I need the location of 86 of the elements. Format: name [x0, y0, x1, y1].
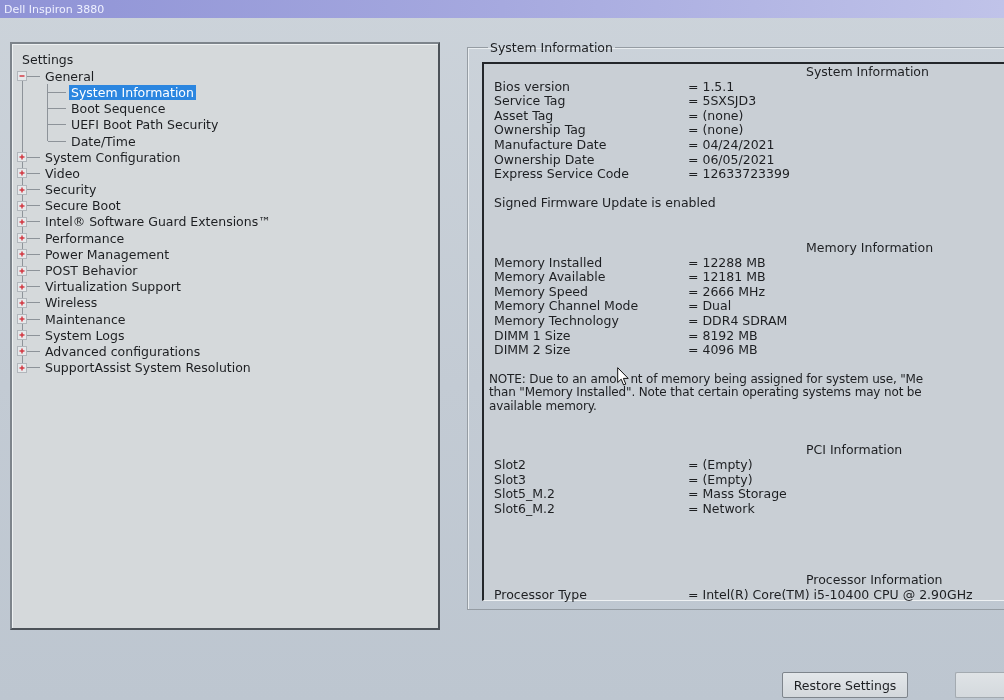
tree-item[interactable]: Maintenance	[43, 311, 128, 327]
section-heading: Memory Information	[806, 239, 934, 255]
group-title: System Information	[489, 40, 614, 55]
note-text: than "Memory Installed". Note that certain operating systems may not be	[489, 386, 922, 400]
info-value: = (none)	[688, 123, 745, 138]
tree-item[interactable]: UEFI Boot Path Security	[69, 117, 221, 133]
info-value: = 04/24/2021	[688, 137, 776, 153]
info-label: DIMM 1 Size	[494, 328, 571, 344]
plus-icon[interactable]	[17, 281, 27, 292]
plus-icon[interactable]	[17, 297, 27, 308]
info-value: = 12181 MB	[688, 270, 767, 285]
info-label: Memory Technology	[494, 313, 620, 329]
info-value: = 8192 MB	[688, 328, 759, 344]
info-label: Bios version	[494, 79, 571, 95]
info-value: = (none)	[688, 108, 744, 124]
info-label: Ownership Tag	[494, 123, 587, 138]
plus-icon[interactable]	[17, 249, 27, 260]
info-value: = 2666 MHz	[688, 284, 766, 300]
info-label: Asset Tag	[494, 108, 554, 124]
info-label: Ownership Date	[494, 152, 596, 168]
tree-title: Settings	[21, 52, 75, 69]
info-value: = (Empty)	[688, 458, 754, 473]
tree-item[interactable]: System Configuration	[43, 149, 183, 165]
info-value: = 1.5.1	[688, 79, 736, 95]
note-text: available memory.	[489, 399, 597, 414]
info-value: = 12288 MB	[688, 255, 767, 271]
tree-item[interactable]: Performance	[43, 230, 127, 246]
info-value: = Intel(R) Core(TM) i5-10400 CPU @ 2.90GHz	[688, 588, 973, 603]
info-value: = 5SXSJD3	[688, 94, 758, 109]
tree-item[interactable]: System Information	[69, 85, 196, 100]
info-label: Slot2	[494, 458, 527, 473]
tree-item[interactable]: Advanced configurations	[43, 344, 203, 359]
note-text: nt of memory being assigned for system use, "Me	[630, 372, 924, 387]
tree-item[interactable]: Power Management	[43, 246, 172, 262]
info-label: Memory Channel Mode	[494, 299, 640, 314]
plus-icon[interactable]	[17, 152, 27, 163]
tree-item[interactable]: Date/Time	[69, 133, 138, 149]
status-text: Signed Firmware Update is enabled	[494, 196, 716, 211]
plus-icon[interactable]	[17, 346, 27, 357]
plus-icon[interactable]	[17, 314, 27, 325]
tree-item[interactable]: Boot Sequence	[69, 101, 168, 117]
section-heading: PCI Information	[806, 442, 903, 458]
tree-item[interactable]: Wireless	[43, 295, 100, 311]
info-label: Slot3	[494, 472, 527, 488]
plus-icon[interactable]	[17, 168, 27, 179]
info-label: Memory Available	[494, 270, 607, 285]
info-label: Service Tag	[494, 94, 567, 109]
info-value: = Dual	[688, 299, 733, 314]
tree-item[interactable]: POST Behavior	[43, 263, 140, 279]
info-value: = 4096 MB	[688, 343, 759, 358]
info-value: = Mass Storage	[688, 487, 787, 502]
info-value: = DDR4 SDRAM	[688, 313, 788, 329]
info-value: = 12633723399	[688, 167, 790, 182]
tree-item[interactable]: Intel® Software Guard Extensions™	[43, 214, 273, 230]
window-title: Dell Inspiron 3880	[4, 2, 105, 16]
tree-item[interactable]: General	[43, 68, 97, 84]
info-label: Memory Installed	[494, 255, 604, 271]
info-label: Slot6_M.2	[494, 501, 556, 517]
minus-icon[interactable]	[17, 71, 27, 82]
restore-button[interactable]: Restore Settings	[782, 672, 908, 698]
info-value: = (Empty)	[688, 472, 754, 488]
tree-item[interactable]: Security	[43, 182, 99, 198]
tree-item[interactable]: Virtualization Support	[43, 279, 183, 295]
tree-item[interactable]: System Logs	[43, 327, 127, 343]
section-heading: System Information	[806, 64, 929, 79]
info-value: = 06/05/2021	[688, 152, 776, 168]
info-label: DIMM 2 Size	[494, 343, 572, 358]
info-label: Slot5_M.2	[494, 487, 556, 502]
plus-icon[interactable]	[17, 184, 27, 195]
plus-icon[interactable]	[17, 362, 27, 373]
info-label: Manufacture Date	[494, 137, 608, 153]
plus-icon[interactable]	[17, 217, 27, 227]
mouse-pointer-icon	[617, 366, 630, 386]
info-label: Processor Type	[494, 588, 588, 603]
plus-icon[interactable]	[17, 200, 27, 211]
info-value: = Network	[688, 501, 755, 517]
plus-icon[interactable]	[17, 265, 27, 276]
tree-item[interactable]: Secure Boot	[43, 198, 123, 214]
tree-item[interactable]: Video	[43, 165, 83, 181]
note-text: NOTE: Due to an amo	[489, 372, 617, 386]
plus-icon[interactable]	[17, 330, 27, 341]
info-label: Express Service Code	[494, 167, 630, 182]
tree-item[interactable]: SupportAssist System Resolution	[43, 360, 253, 376]
info-label: Memory Speed	[494, 284, 589, 300]
section-heading: Processor Information	[806, 572, 943, 588]
plus-icon[interactable]	[17, 233, 27, 244]
